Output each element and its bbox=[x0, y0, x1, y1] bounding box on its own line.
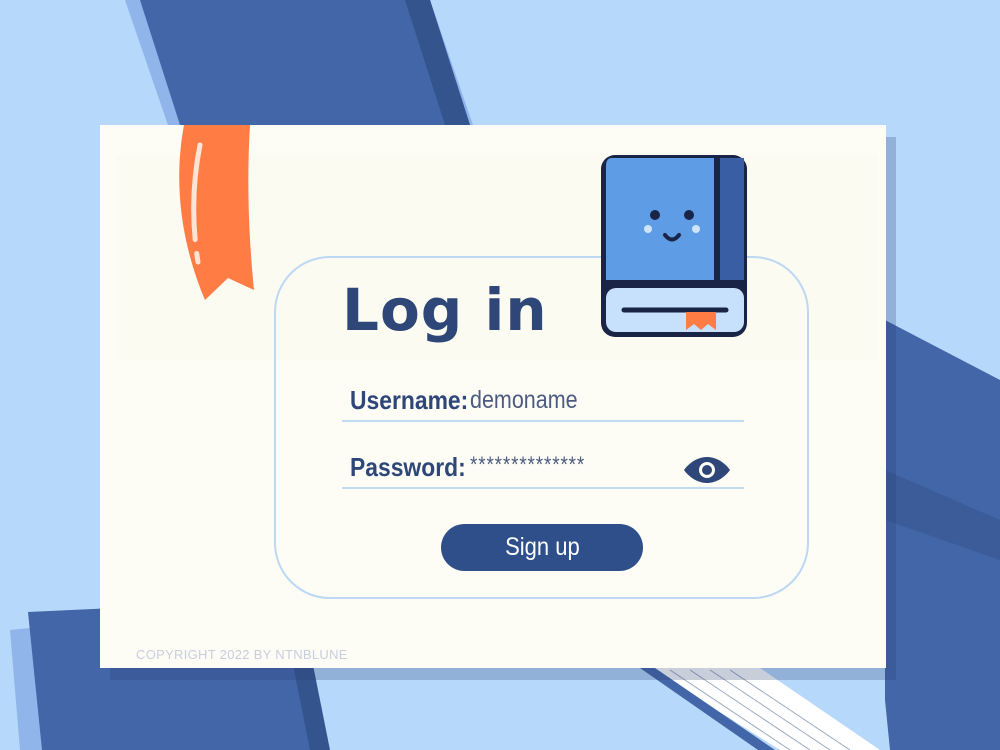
password-field[interactable]: ************** bbox=[470, 452, 585, 478]
username-field[interactable]: demoname bbox=[470, 386, 578, 415]
sign-up-button-label: Sign up bbox=[504, 533, 580, 561]
password-row: Password: ************** bbox=[342, 439, 744, 489]
sign-up-button[interactable]: Sign up bbox=[441, 524, 643, 571]
username-label: Username: bbox=[350, 385, 469, 415]
page-title: Log in bbox=[342, 276, 548, 344]
login-card: Log in Username: demoname Password: ****… bbox=[100, 125, 886, 668]
password-label: Password: bbox=[350, 452, 466, 482]
eye-icon[interactable] bbox=[682, 455, 732, 485]
copyright-text: COPYRIGHT 2022 BY NTNBLUNE bbox=[136, 647, 348, 662]
username-row: Username: demoname bbox=[342, 372, 744, 422]
book-mascot-icon bbox=[601, 155, 747, 337]
